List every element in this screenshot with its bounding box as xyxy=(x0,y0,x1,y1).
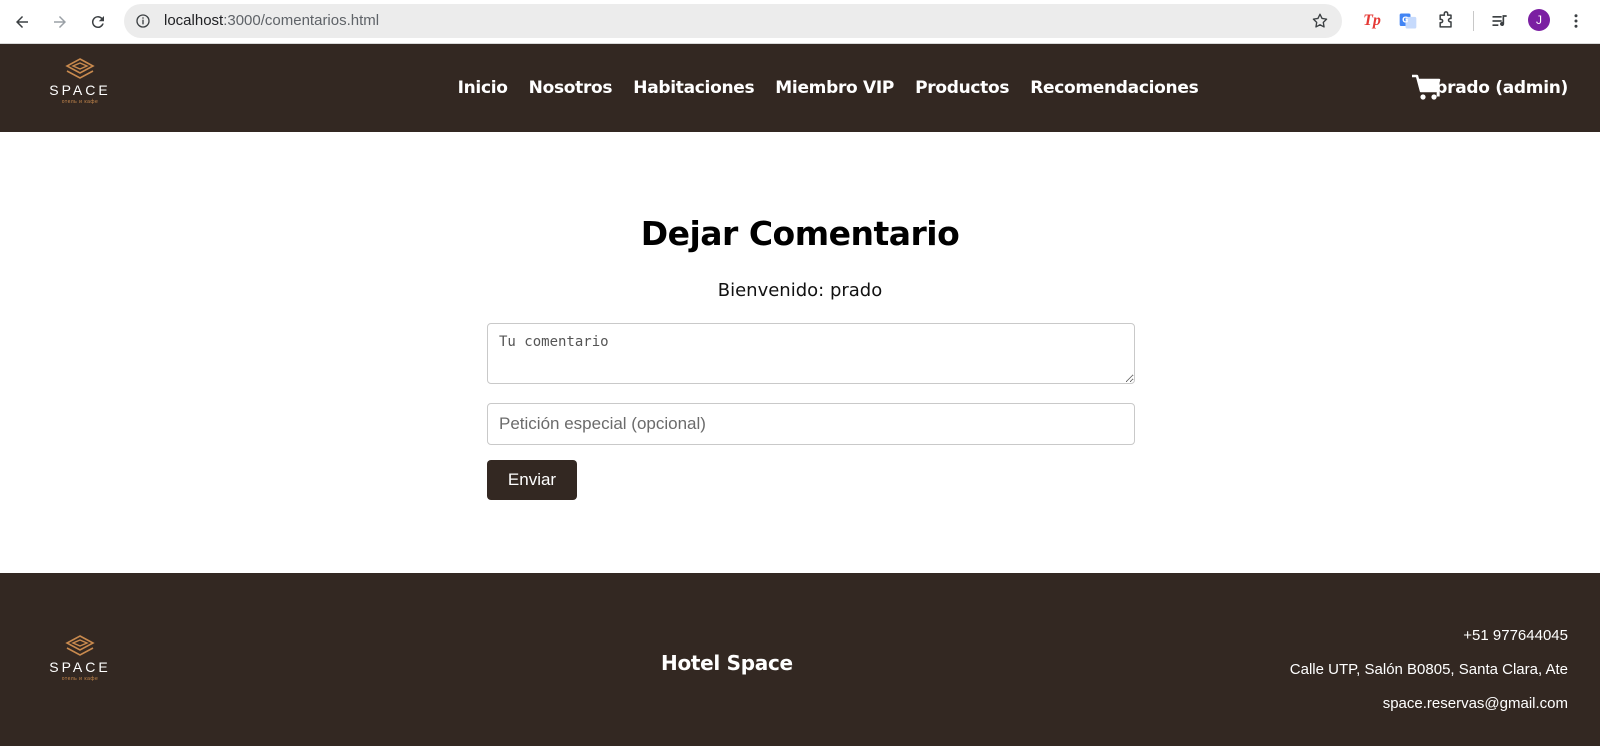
space-logo-icon xyxy=(65,635,95,656)
arrow-right-icon xyxy=(54,16,66,28)
nav-inicio[interactable]: Inicio xyxy=(458,78,508,98)
nav-miembro-vip[interactable]: Miembro VIP xyxy=(775,78,894,98)
site-header: SPACE отель и кафе Inicio Nosotros Habit… xyxy=(0,44,1600,132)
tp-extension-icon[interactable]: Tp xyxy=(1360,9,1384,33)
site-info-icon[interactable] xyxy=(132,10,154,32)
svg-text:G: G xyxy=(1402,16,1408,25)
comment-textarea[interactable] xyxy=(487,323,1135,384)
extensions-puzzle-icon[interactable] xyxy=(1434,9,1458,33)
submit-button[interactable]: Enviar xyxy=(487,460,577,500)
nav-nosotros[interactable]: Nosotros xyxy=(529,78,613,98)
reload-button[interactable] xyxy=(84,8,112,36)
url-path: :3000/comentarios.html xyxy=(223,12,380,29)
nav-productos[interactable]: Productos xyxy=(915,78,1009,98)
address-bar[interactable]: localhost:3000/comentarios.html xyxy=(124,4,1342,38)
browser-toolbar: localhost:3000/comentarios.html Tp G J xyxy=(0,0,1600,44)
reload-icon xyxy=(91,16,104,29)
header-logo[interactable]: SPACE отель и кафе xyxy=(49,58,111,105)
user-label[interactable]: prado (admin) xyxy=(1435,78,1568,98)
url-host: localhost xyxy=(164,12,224,29)
footer-phone: +51 977644045 xyxy=(1463,627,1568,644)
footer-brand: Hotel Space xyxy=(661,651,793,675)
browser-menu-icon[interactable] xyxy=(1566,9,1586,33)
logo-text: SPACE xyxy=(49,82,111,98)
footer-address: Calle UTP, Salón B0805, Santa Clara, Ate xyxy=(1289,661,1568,678)
footer-contact: +51 977644045 Calle UTP, Salón B0805, Sa… xyxy=(1290,619,1568,721)
footer-logo[interactable]: SPACE отель и кафе xyxy=(49,635,111,682)
profile-avatar[interactable]: J xyxy=(1528,9,1550,31)
main-navigation: Inicio Nosotros Habitaciones Miembro VIP… xyxy=(0,78,1600,98)
back-button[interactable] xyxy=(8,8,36,36)
media-control-icon[interactable] xyxy=(1488,9,1512,33)
arrow-left-icon xyxy=(16,16,28,28)
welcome-message: Bienvenido: prado xyxy=(717,280,883,301)
footer-email: space.reservas@gmail.com xyxy=(1382,695,1568,712)
special-request-input[interactable] xyxy=(487,403,1135,445)
nav-recomendaciones[interactable]: Recomendaciones xyxy=(1030,78,1199,98)
logo-subtext: отель и кафе xyxy=(61,99,99,105)
logo-text: SPACE xyxy=(49,659,111,675)
forward-button[interactable] xyxy=(46,8,74,36)
translate-extension-icon[interactable]: G xyxy=(1396,9,1420,33)
url-text[interactable]: localhost:3000/comentarios.html xyxy=(164,12,379,29)
space-logo-icon xyxy=(65,58,95,79)
toolbar-divider xyxy=(1473,11,1474,31)
site-footer: SPACE отель и кафе Hotel Space +51 97764… xyxy=(0,573,1600,746)
page-title: Dejar Comentario xyxy=(640,214,960,253)
nav-habitaciones[interactable]: Habitaciones xyxy=(633,78,754,98)
bookmark-star-icon[interactable] xyxy=(1310,11,1330,31)
logo-subtext: отель и кафе xyxy=(61,676,99,682)
